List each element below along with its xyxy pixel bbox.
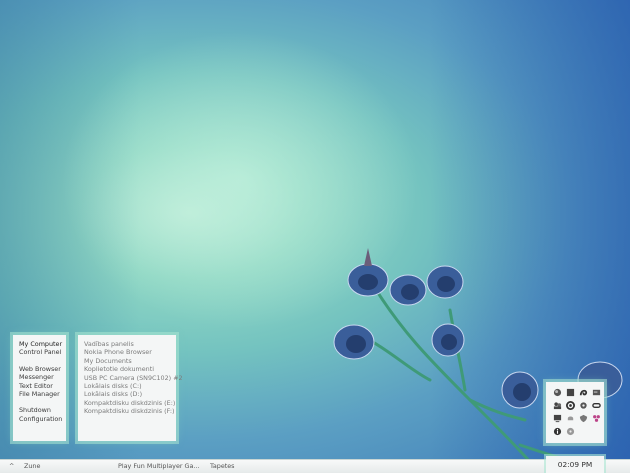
gear-icon[interactable] xyxy=(578,400,588,410)
menu-item-my-computer[interactable]: My Computer xyxy=(19,340,62,348)
menu-item-local-disk-d[interactable]: Lokālais disks (D:) xyxy=(84,390,170,398)
task-play-fun-multiplayer[interactable]: Play Fun Multiplayer Ga... xyxy=(118,462,200,470)
link-icon[interactable] xyxy=(591,400,601,410)
menu-item-control-panel-lv[interactable]: Vadības panelis xyxy=(84,340,170,348)
menu-item-configuration[interactable]: Configuration xyxy=(19,415,62,423)
menu-item-usb-camera[interactable]: USB PC Camera (SN9C102) #2 xyxy=(84,374,183,382)
flower-icon[interactable] xyxy=(591,413,601,423)
menu-item-my-documents[interactable]: My Documents xyxy=(84,357,170,365)
info-icon[interactable] xyxy=(552,426,562,436)
monitor-icon[interactable] xyxy=(552,413,562,423)
menu-item-nokia-phone-browser[interactable]: Nokia Phone Browser xyxy=(84,348,170,356)
menu-item-control-panel[interactable]: Control Panel xyxy=(19,348,61,356)
bell-icon[interactable] xyxy=(565,413,575,423)
card-icon[interactable] xyxy=(591,387,601,397)
menu-item-text-editor[interactable]: Text Editor xyxy=(19,382,60,390)
task-zune[interactable]: Zune xyxy=(24,462,40,470)
swirl-icon[interactable] xyxy=(578,387,588,397)
clock[interactable]: 02:09 PM xyxy=(546,456,604,473)
menu-item-cd-drive-f[interactable]: Kompaktdisku diskdzinis (F:) xyxy=(84,407,175,415)
shield-icon[interactable] xyxy=(578,413,588,423)
system-tray-panel xyxy=(546,382,604,443)
menu-item-shutdown[interactable]: Shutdown xyxy=(19,406,60,414)
start-menu-right-panel: Vadības panelis Nokia Phone Browser My D… xyxy=(78,335,183,441)
window-icon[interactable] xyxy=(565,387,575,397)
globe-icon[interactable] xyxy=(552,387,562,397)
people-icon[interactable] xyxy=(552,400,562,410)
start-menu-left-panel: My Computer Control Panel Web Browser Me… xyxy=(13,335,66,441)
menu-separator xyxy=(19,357,60,365)
task-tapetes[interactable]: Tapetes xyxy=(210,462,235,470)
disc-icon[interactable] xyxy=(565,426,575,436)
menu-item-web-browser[interactable]: Web Browser xyxy=(19,365,61,373)
menu-item-messenger[interactable]: Messenger xyxy=(19,373,60,381)
menu-item-cd-drive-e[interactable]: Kompaktdisku diskdzinis (E:) xyxy=(84,399,175,407)
start-arrow-button[interactable]: ^ xyxy=(9,462,14,470)
menu-item-local-disk-c[interactable]: Lokālais disks (C:) xyxy=(84,382,170,390)
taskbar: ^ Zune Play Fun Multiplayer Ga... Tapete… xyxy=(0,459,630,473)
spiral-icon[interactable] xyxy=(565,400,575,410)
menu-item-shared-documents[interactable]: Koplietotie dokumenti xyxy=(84,365,170,373)
menu-item-file-manager[interactable]: File Manager xyxy=(19,390,60,398)
menu-separator xyxy=(19,398,60,406)
